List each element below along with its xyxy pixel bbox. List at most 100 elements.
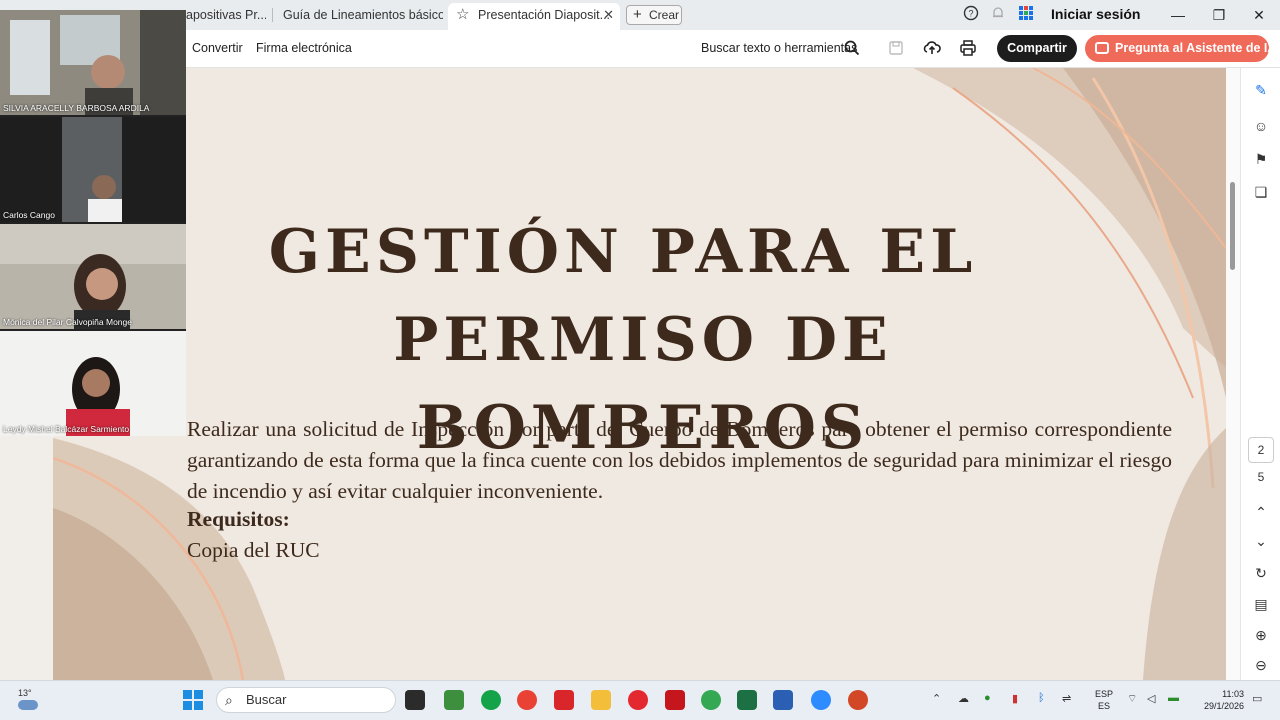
vertical-scrollbar[interactable] [1226, 68, 1240, 680]
bluetooth-icon[interactable]: ᛒ [1038, 692, 1045, 704]
search-tools-button[interactable]: Buscar texto o herramientas [701, 41, 857, 55]
taskbar-search-placeholder: Buscar [246, 692, 287, 707]
keyboard-layout: ES [1098, 701, 1111, 711]
opera-icon[interactable] [628, 690, 648, 710]
grammarly-icon[interactable] [481, 690, 501, 710]
current-page-input[interactable]: 2 [1248, 437, 1274, 463]
esign-button[interactable]: Firma electrónica [256, 41, 352, 55]
notifications-icon[interactable]: ▭ [1252, 692, 1262, 705]
clock-date: 29/1/2026 [1203, 701, 1244, 711]
edit-pdf-icon[interactable]: ✎ [1252, 81, 1270, 99]
powerpoint-icon[interactable] [848, 690, 868, 710]
comment-icon[interactable]: ☺ [1252, 117, 1270, 135]
page-down-icon[interactable]: ⌄ [1252, 532, 1270, 550]
participant-video [0, 224, 186, 329]
upload-cloud-icon[interactable] [922, 38, 942, 58]
participant-tile[interactable]: SILVIA ARACELLY BARBOSA ARDILA [0, 10, 186, 115]
ai-assistant-label: Pregunta al Asistente de IA [1115, 41, 1277, 55]
participant-name: Carlos Cango [3, 210, 55, 220]
requirement-item: Copia del RUC [187, 538, 320, 562]
bell-icon[interactable] [990, 5, 1006, 24]
word-icon[interactable] [773, 690, 793, 710]
wps-icon[interactable] [554, 690, 574, 710]
ai-chat-icon [1095, 42, 1109, 54]
start-menu-icon[interactable] [183, 690, 203, 710]
bookmark-icon[interactable]: ⚑ [1252, 150, 1270, 168]
weather-widget[interactable]: 13° [18, 688, 42, 710]
viewer-toolbar: Convertir Firma electrónica Buscar texto… [186, 30, 1280, 68]
convert-button[interactable]: Convertir [192, 41, 243, 55]
zoom-out-icon[interactable]: ⊖ [1252, 656, 1270, 674]
minimize-icon[interactable]: — [1163, 3, 1193, 27]
tab-presentaciones[interactable]: apositivas Pr... [186, 3, 266, 27]
close-window-icon[interactable]: ✕ [1244, 3, 1274, 27]
participant-video [0, 117, 186, 222]
create-button[interactable]: + Crear [626, 5, 682, 25]
participant-video [0, 331, 186, 436]
close-tab-icon[interactable]: ✕ [603, 3, 614, 27]
save-icon[interactable] [886, 38, 906, 58]
print-icon[interactable] [958, 38, 978, 58]
pages-icon[interactable]: ❏ [1252, 183, 1270, 201]
signin-button[interactable]: Iniciar sesión [1051, 6, 1140, 22]
tab-label: Presentación Diaposit... [478, 8, 611, 22]
requirements-heading: Requisitos: [187, 507, 290, 531]
chrome-icon[interactable] [517, 690, 537, 710]
store-icon[interactable] [444, 690, 464, 710]
document-icon[interactable]: ▤ [1252, 595, 1270, 613]
video-participants-panel: SILVIA ARACELLY BARBOSA ARDILA Carlos Ca… [0, 10, 186, 436]
language-indicator[interactable]: ESP ES [1095, 688, 1113, 712]
slide-body-text: Realizar una solicitud de Inspección por… [187, 417, 1172, 503]
wifi-icon[interactable]: ⌔ [1127, 692, 1137, 706]
slide-title-line1: GESTIÓN PARA EL [268, 217, 978, 287]
help-icon[interactable]: ? [963, 5, 979, 24]
volume-icon[interactable]: ◁ [1147, 692, 1155, 705]
taskbar-search[interactable]: ⌕ Buscar [216, 687, 396, 713]
search-icon[interactable] [842, 38, 862, 58]
refresh-icon[interactable]: ↻ [1252, 564, 1270, 582]
total-pages: 5 [1257, 470, 1265, 484]
browser-tab-bar: apositivas Pr... Guía de Lineamientos bá… [0, 0, 1280, 30]
svg-text:?: ? [968, 9, 973, 19]
tab-label: Guía de Lineamientos básico... [283, 8, 443, 22]
apps-grid-icon[interactable] [1018, 5, 1034, 24]
share-button[interactable]: Compartir [997, 35, 1077, 62]
tab-guia-lineamientos[interactable]: Guía de Lineamientos básico... [283, 3, 443, 27]
zoom-icon[interactable] [811, 690, 831, 710]
tab-divider [272, 8, 273, 22]
tab-presentacion-active[interactable]: ☆ Presentación Diaposit... ✕ [448, 3, 620, 30]
temperature: 13° [18, 688, 32, 698]
restore-icon[interactable]: ❐ [1204, 3, 1234, 27]
excel-icon[interactable] [737, 690, 757, 710]
acrobat-icon[interactable] [665, 690, 685, 710]
system-clock[interactable]: 11:03 29/1/2026 [1196, 688, 1244, 712]
language-code: ESP [1095, 689, 1114, 699]
ai-assistant-button[interactable]: Pregunta al Asistente de IA [1085, 35, 1276, 62]
tab-label: apositivas Pr... [186, 8, 266, 22]
chrome-profile-icon[interactable] [701, 690, 721, 710]
participant-video [0, 10, 186, 115]
plus-icon: + [633, 6, 642, 23]
clock-time: 11:03 [1222, 689, 1244, 699]
participant-name: Mónica del Pilar Calvopiña Monge [3, 317, 132, 327]
participant-tile[interactable]: Leydy Mishel Balcázar Sarmiento [0, 331, 186, 436]
search-icon: ⌕ [225, 692, 233, 708]
cloud-icon [18, 700, 38, 710]
file-explorer-icon[interactable] [591, 690, 611, 710]
participant-tile[interactable]: Carlos Cango [0, 117, 186, 222]
onedrive-icon[interactable]: ☁ [958, 692, 969, 705]
zoom-in-icon[interactable]: ⊕ [1252, 626, 1270, 644]
power-icon[interactable]: ▬ [1168, 692, 1179, 704]
security-icon[interactable]: ● [984, 692, 991, 704]
star-icon[interactable]: ☆ [456, 3, 469, 27]
participant-name: SILVIA ARACELLY BARBOSA ARDILA [3, 103, 150, 113]
task-view-icon[interactable] [405, 690, 425, 710]
scrollbar-thumb[interactable] [1230, 182, 1235, 270]
chevron-up-icon[interactable]: ⌃ [932, 692, 941, 705]
create-label: Crear [649, 8, 680, 22]
participant-tile[interactable]: Mónica del Pilar Calvopiña Monge [0, 224, 186, 329]
network-icon[interactable]: ⇌ [1062, 692, 1071, 705]
page-up-icon[interactable]: ⌃ [1252, 503, 1270, 521]
battery-icon[interactable]: ▮ [1012, 692, 1018, 705]
presentation-slide: GESTIÓN PARA EL PERMISO DE BOMBEROS Real… [53, 68, 1226, 680]
